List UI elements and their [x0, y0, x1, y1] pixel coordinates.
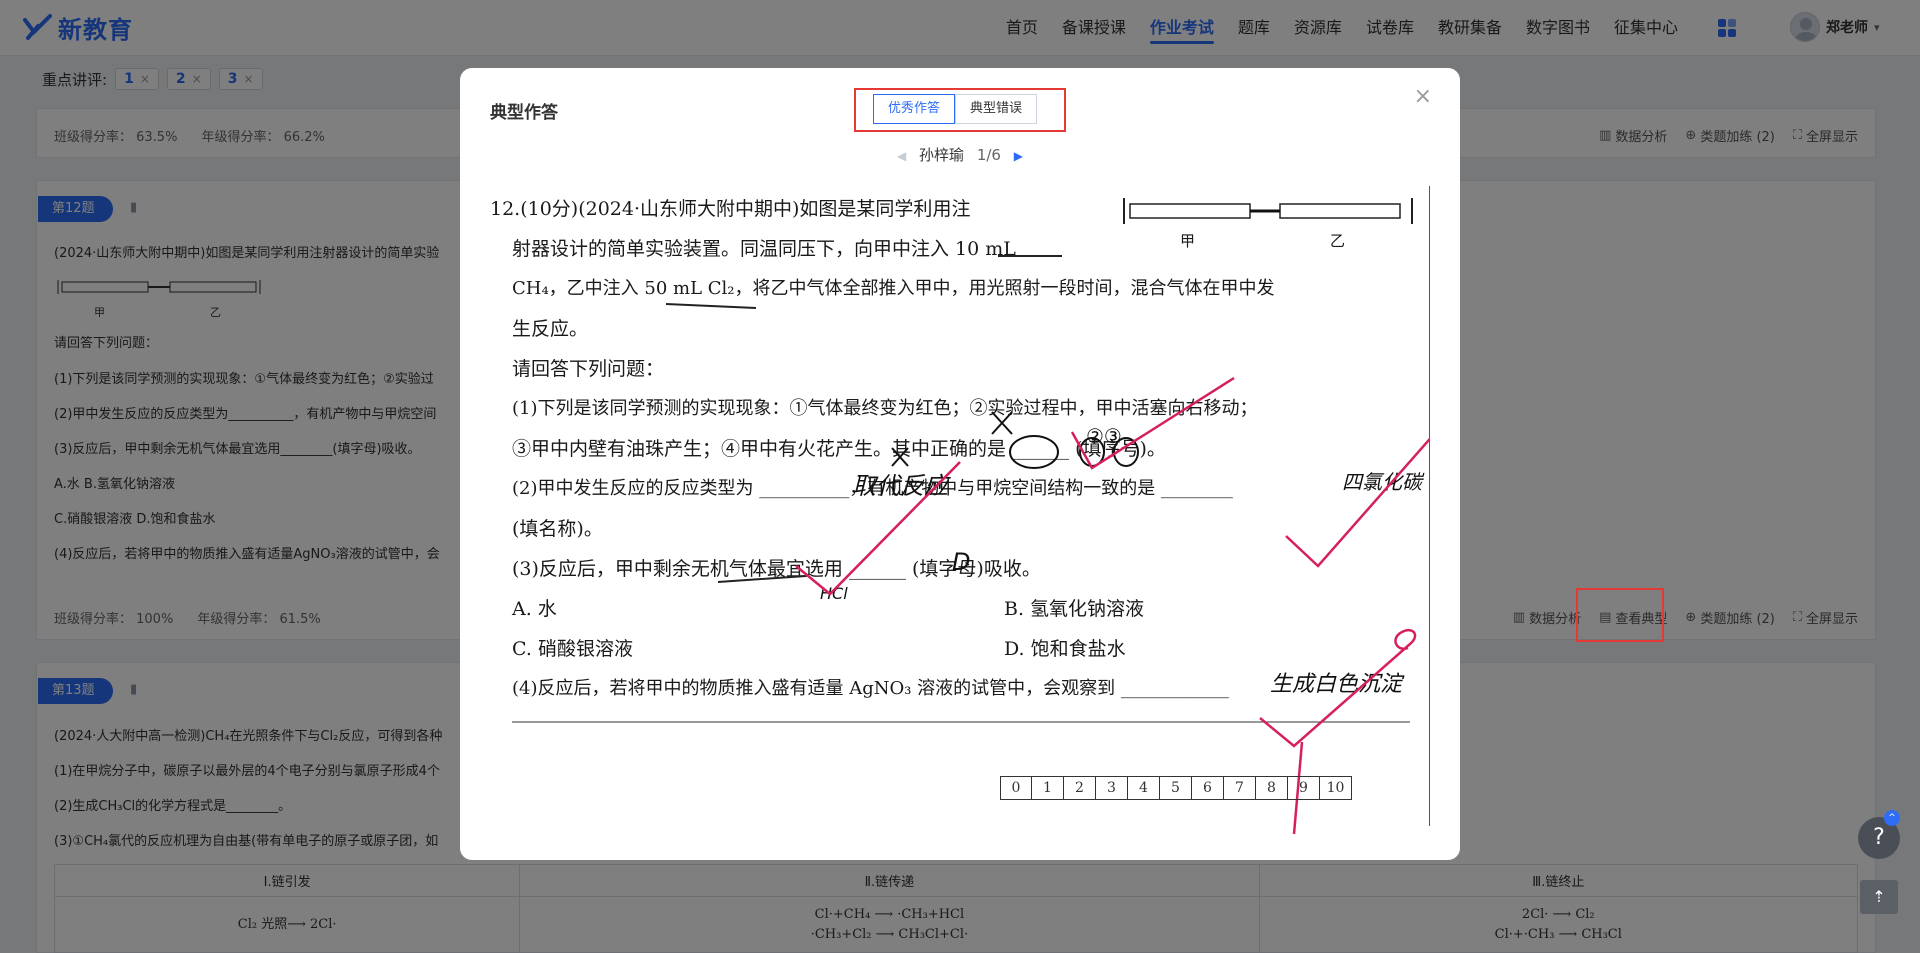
score-box[interactable]: 10 [1320, 776, 1352, 800]
view-typical-highlight [1576, 588, 1664, 642]
scan-line: 请回答下列问题： [512, 358, 665, 380]
scan-line: CH₄，乙中注入 50 mL Cl₂，将乙中气体全部推入甲中，用光照射一段时间，… [512, 278, 1275, 299]
score-box[interactable]: 9 [1288, 776, 1320, 800]
scan-line: (1)下列是该同学预测的实现现象：①气体最终变为红色；②实验过程中，甲中活塞向右… [512, 398, 1258, 419]
syringe-apparatus-figure [1123, 198, 1413, 224]
handwritten-answer-4: 生成白色沉淀 [1270, 672, 1403, 697]
typical-answer-dialog: 典型作答 × 优秀作答 典型错误 ◀ 孙梓瑜 1/6 ▶ 甲 乙 12.(10分… [460, 68, 1460, 860]
scan-line: 射器设计的简单实验装置。同温同压下，向甲中注入 10 mL [512, 238, 1016, 260]
scan-line: ③甲中内壁有油珠产生；④甲中有火花产生。其中正确的是 ______ (填序号)。 [512, 438, 1166, 460]
score-box[interactable]: 6 [1192, 776, 1224, 800]
handwritten-answer-2b: 四氯化碳 [1342, 470, 1422, 494]
tab-excellent-answer[interactable]: 优秀作答 [873, 94, 956, 124]
score-box[interactable]: 2 [1064, 776, 1096, 800]
dialog-title: 典型作答 [490, 103, 558, 123]
option-a: A. 水 [512, 598, 557, 620]
answer-sheet-scan: 甲 乙 12.(10分)(2024·山东师大附中期中)如图是某同学利用注 射器设… [490, 186, 1430, 838]
handwritten-answer-3: D [952, 548, 971, 576]
option-b: B. 氢氧化钠溶液 [1004, 598, 1145, 620]
score-box[interactable]: 8 [1256, 776, 1288, 800]
answer-type-tabs: 优秀作答 典型错误 [873, 94, 1038, 124]
back-to-top-button[interactable]: ⇡ [1860, 880, 1898, 914]
help-badge: ^ [1884, 810, 1900, 826]
student-name: 孙梓瑜 [919, 146, 965, 164]
score-boxes: 0 1 2 3 4 5 6 7 8 9 10 [1000, 776, 1352, 800]
scan-line: (填名称)。 [512, 518, 603, 540]
apparatus-label-jia: 甲 [1180, 232, 1196, 250]
score-box[interactable]: 0 [1000, 776, 1032, 800]
scan-line: (4)反应后，若将甲中的物质推入盛有适量 AgNO₃ 溶液的试管中，会观察到 _… [512, 678, 1229, 699]
tab-typical-error[interactable]: 典型错误 [955, 94, 1038, 124]
student-pager: ◀ 孙梓瑜 1/6 ▶ [460, 144, 1460, 165]
score-box[interactable]: 5 [1160, 776, 1192, 800]
scan-line: 12.(10分)(2024·山东师大附中期中)如图是某同学利用注 [490, 198, 971, 220]
apparatus-label-yi: 乙 [1330, 232, 1346, 250]
handwritten-answer-2a: 取代反应 [852, 472, 948, 500]
page-indicator: 1/6 [976, 146, 1001, 164]
handwritten-answer-1: ②③ [1086, 424, 1122, 448]
close-icon[interactable]: × [1414, 84, 1432, 109]
score-box[interactable]: 1 [1032, 776, 1064, 800]
next-student-icon[interactable]: ▶ [1014, 149, 1023, 163]
scan-line: 生反应。 [512, 318, 589, 340]
prev-student-icon[interactable]: ◀ [897, 149, 906, 163]
score-box[interactable]: 4 [1128, 776, 1160, 800]
handwritten-note: HCl [820, 584, 848, 603]
option-c: C. 硝酸银溶液 [512, 638, 633, 660]
option-d: D. 饱和食盐水 [1004, 638, 1126, 660]
score-box[interactable]: 3 [1096, 776, 1128, 800]
score-box[interactable]: 7 [1224, 776, 1256, 800]
